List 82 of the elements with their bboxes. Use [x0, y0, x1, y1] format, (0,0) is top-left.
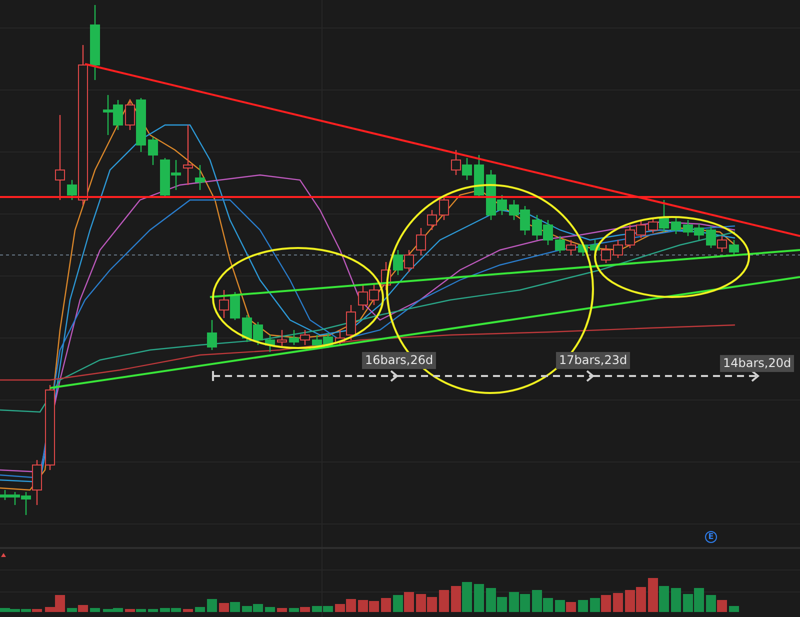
- volume-bar: [195, 607, 205, 612]
- candlestick: [601, 245, 611, 263]
- volume-bar: [729, 606, 739, 612]
- volume-bar: [509, 592, 519, 612]
- candlestick: [566, 240, 576, 255]
- candlestick: [729, 240, 739, 255]
- candlestick: [171, 160, 181, 190]
- volume-bar: [265, 607, 275, 612]
- volume-bar: [148, 609, 158, 612]
- volume-bar: [404, 592, 414, 612]
- volume-bar: [474, 584, 484, 612]
- candlestick: [462, 158, 472, 180]
- volume-bar: [671, 588, 681, 612]
- volume-bar: [90, 608, 100, 612]
- candlestick: [578, 242, 588, 256]
- volume-bar: [369, 601, 379, 612]
- candlestick: [148, 137, 158, 165]
- volume-bar: [183, 609, 193, 612]
- volume-bar: [520, 594, 530, 612]
- candlestick: [0, 490, 10, 500]
- volume-bar: [706, 595, 716, 612]
- volume-bar: [451, 586, 461, 612]
- candlestick: [242, 315, 252, 342]
- volume-bar: [439, 590, 449, 612]
- volume-bar: [462, 582, 472, 612]
- volume-bar: [683, 594, 693, 612]
- candlestick: [613, 240, 623, 258]
- measure-label: 17bars,23d: [556, 352, 630, 369]
- volume-bar: [427, 597, 437, 612]
- candlestick: [230, 292, 240, 320]
- volume-bar: [555, 600, 565, 612]
- candlestick: [416, 228, 426, 255]
- volume-bar: [613, 593, 623, 612]
- volume-bar: [277, 608, 287, 612]
- candlestick: [671, 218, 681, 234]
- event-marker[interactable]: E: [705, 531, 717, 543]
- volume-bar: [601, 595, 611, 612]
- triangle-icon: [1, 553, 6, 557]
- measure-label: 16bars,26d: [362, 352, 436, 369]
- candlestick: [706, 226, 716, 248]
- volume-bar: [694, 588, 704, 612]
- candlestick: [543, 220, 553, 245]
- volume-bar: [636, 587, 646, 612]
- candlestick: [555, 236, 565, 253]
- candlestick: [219, 290, 229, 318]
- measure-label: 14bars,20d: [720, 355, 794, 372]
- volume-bar: [717, 600, 727, 612]
- volume-bar: [393, 595, 403, 612]
- candlestick: [160, 158, 170, 198]
- volume-bar: [219, 603, 229, 612]
- volume-bar: [659, 586, 669, 612]
- candlestick: [312, 335, 322, 348]
- candlestick: [103, 95, 113, 135]
- candlestick: [253, 322, 263, 345]
- volume-bar: [625, 590, 635, 612]
- candlestick: [358, 285, 368, 310]
- volume-bar: [590, 598, 600, 612]
- candlestick: [717, 236, 727, 252]
- candlestick: [369, 283, 379, 305]
- candlestick: [207, 320, 217, 350]
- volume-bar: [648, 578, 658, 612]
- candlestick: [694, 224, 704, 240]
- candlestick: [113, 100, 123, 130]
- volume-bar: [230, 602, 240, 612]
- candlestick: [393, 250, 403, 275]
- candlestick: [683, 220, 693, 236]
- candlestick: [590, 240, 600, 254]
- candlestick: [532, 215, 542, 240]
- candlestick: [323, 333, 333, 348]
- candlestick: [195, 165, 205, 190]
- candlestick: [474, 155, 484, 198]
- volume-bar: [416, 594, 426, 612]
- candlestick: [265, 335, 275, 352]
- candlestick: [289, 330, 299, 345]
- volume-bar: [566, 602, 576, 612]
- candlestick: [625, 225, 635, 248]
- volume-bar: [207, 599, 217, 612]
- volume-bar: [358, 600, 368, 612]
- volume-bar: [578, 600, 588, 612]
- candlestick: [636, 220, 646, 238]
- candlestick: [404, 250, 414, 272]
- volume-bar: [381, 598, 391, 612]
